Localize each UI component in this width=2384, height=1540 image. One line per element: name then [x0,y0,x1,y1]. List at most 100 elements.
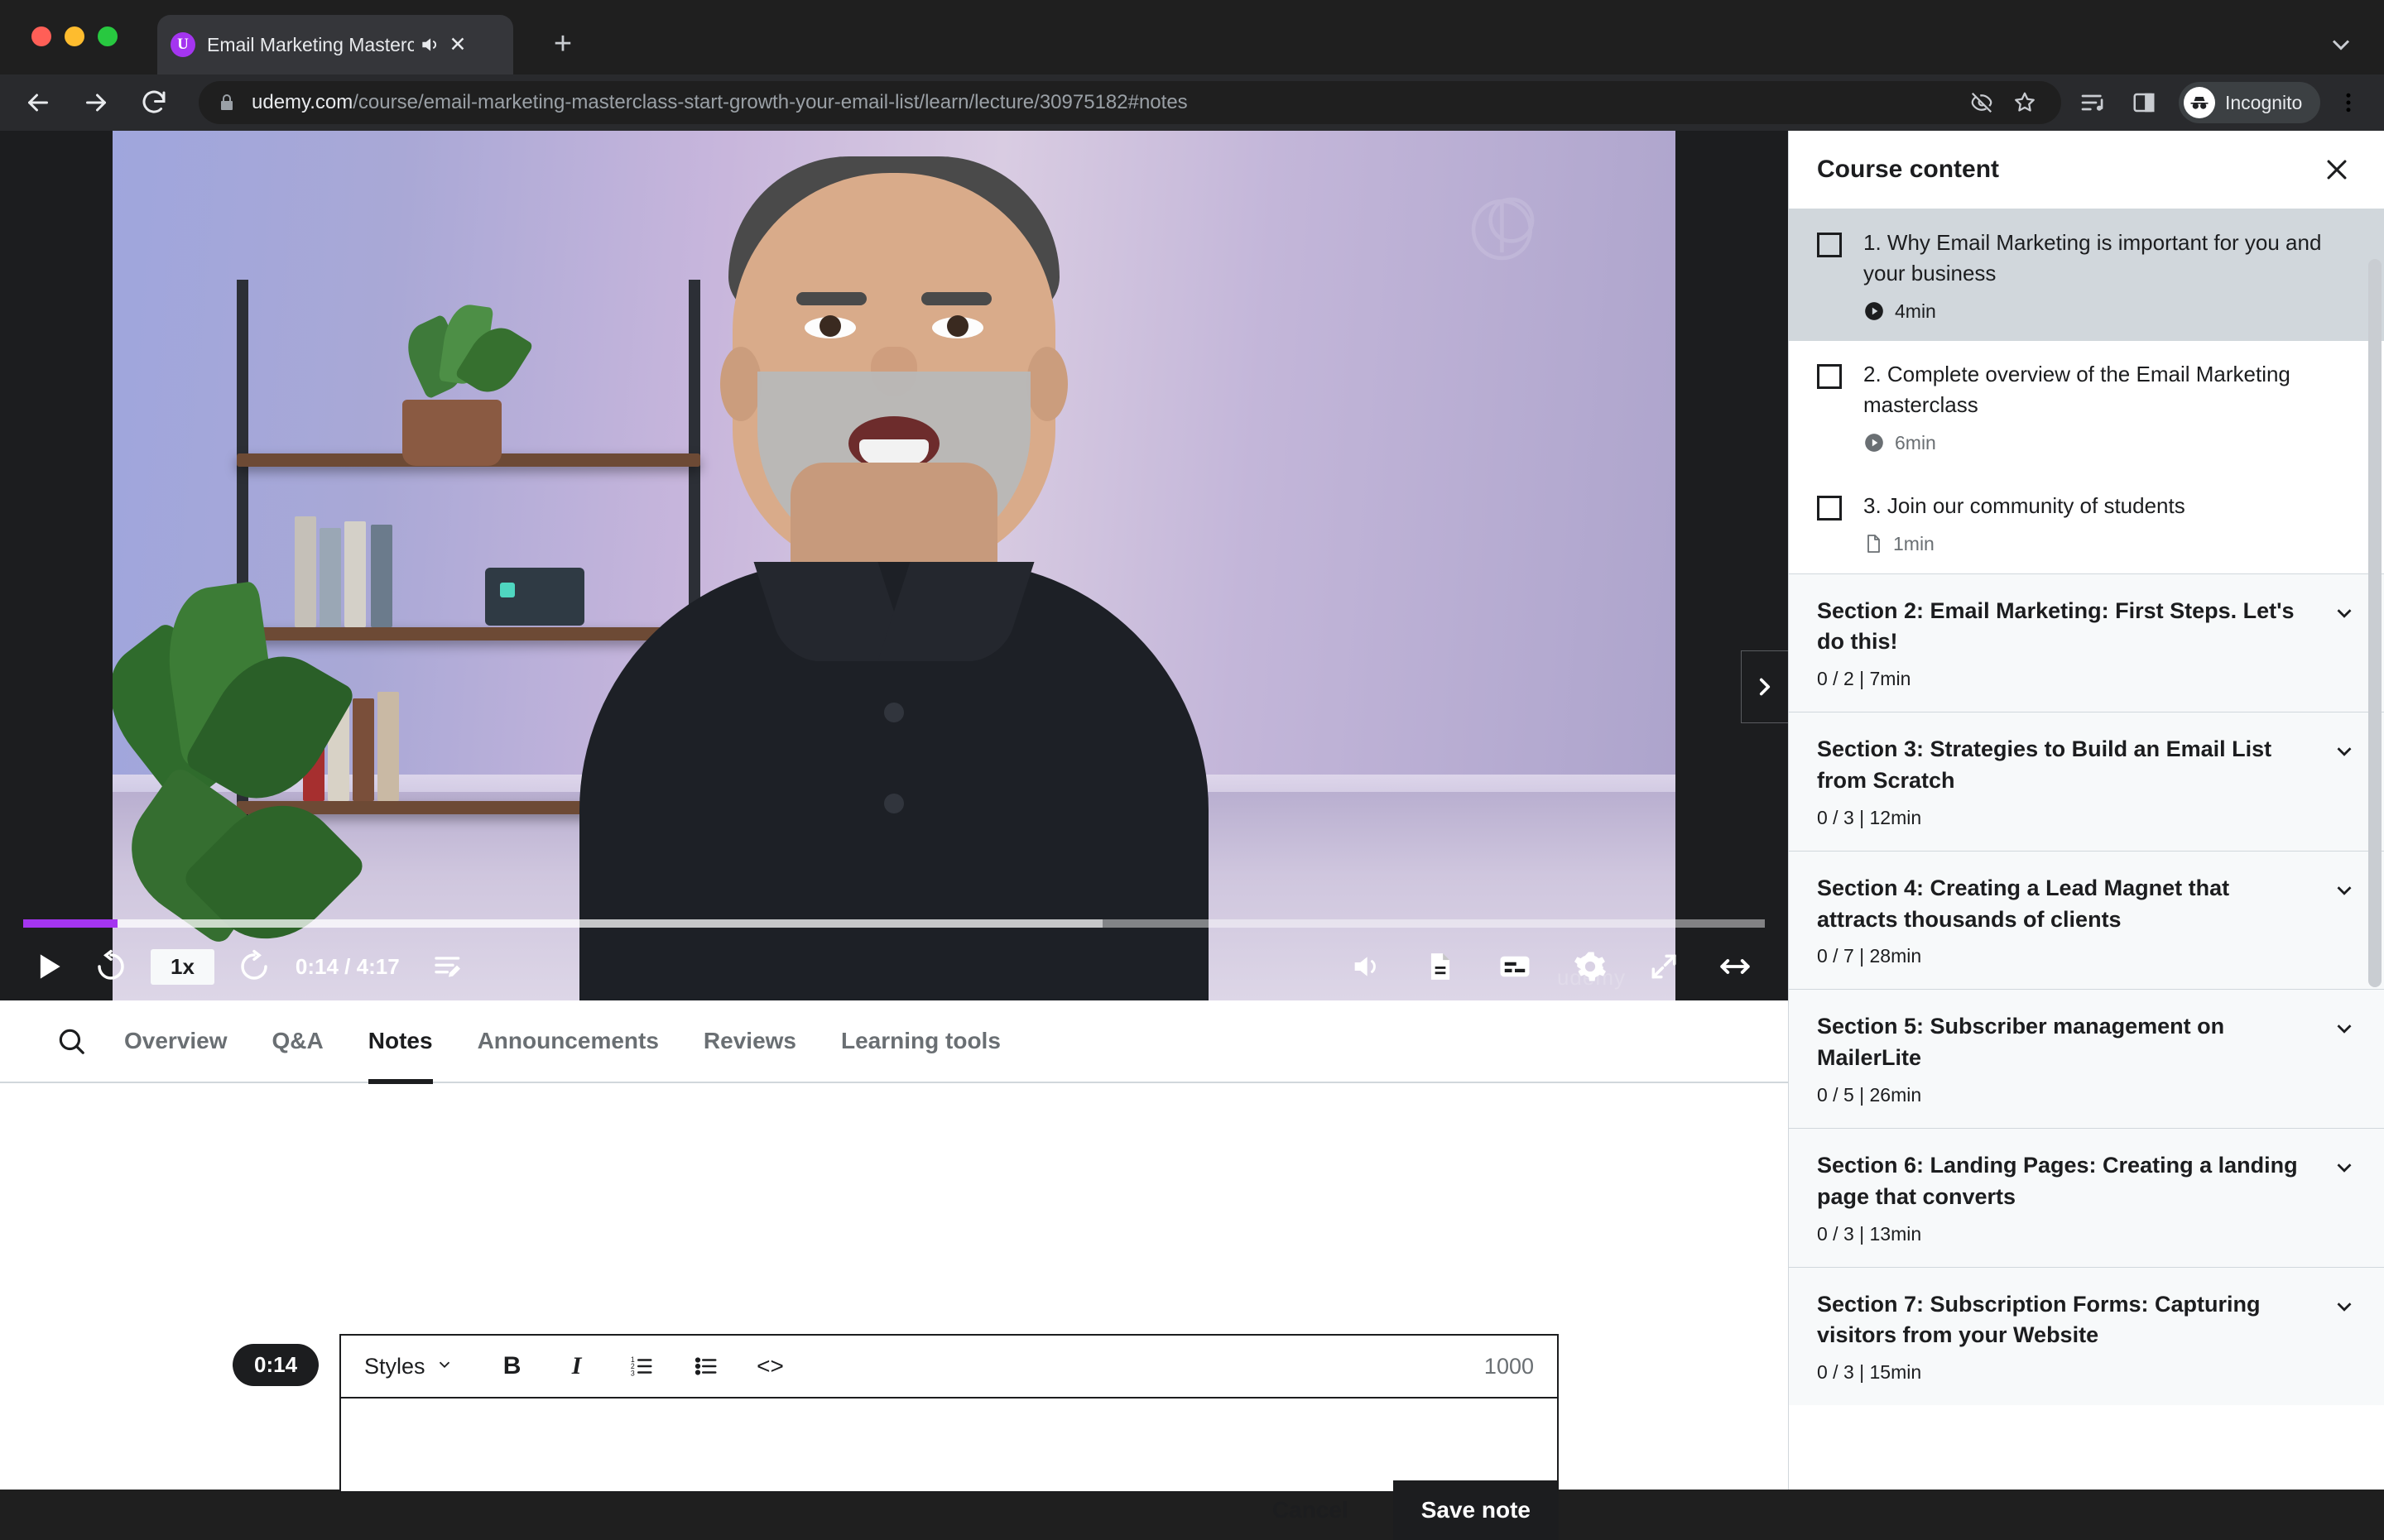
fullscreen-icon[interactable] [1714,945,1757,988]
url-text: udemy.com/course/email-marketing-masterc… [252,91,1188,113]
back-arrow-icon[interactable] [18,83,58,122]
list-item[interactable]: 2. Complete overview of the Email Market… [1789,340,2384,473]
section-meta: 0 / 3 | 15min [1817,1361,1922,1384]
star-icon[interactable] [2007,84,2043,121]
forward-arrow-icon[interactable] [76,83,116,122]
gear-icon[interactable] [1569,946,1611,987]
chevron-down-icon[interactable] [2332,1294,2357,1319]
section-header[interactable]: Section 7: Subscription Forms: Capturing… [1789,1266,2384,1406]
chevron-down-icon[interactable] [2332,1155,2357,1180]
section-title: Section 4: Creating a Lead Magnet that a… [1817,875,2230,932]
sidebar-scrollbar-thumb[interactable] [2368,259,2382,987]
lecture-checkbox[interactable] [1817,495,1842,521]
playback-speed-button[interactable]: 1x [151,948,214,985]
bold-label: B [502,1352,522,1379]
add-note-icon[interactable] [428,946,469,987]
close-tab-button[interactable]: ✕ [445,34,470,55]
section-title: Section 2: Email Marketing: First Steps.… [1817,597,2295,655]
lecture-duration: 4min [1895,300,1936,322]
section-header[interactable]: Section 4: Creating a Lead Magnet that a… [1789,850,2384,990]
tab-reviews[interactable]: Reviews [704,1000,796,1082]
udemy-favicon-icon: U [171,32,195,57]
lock-icon[interactable] [217,93,237,113]
toggle-course-content-button[interactable] [1741,650,1788,723]
close-window-button[interactable] [31,26,51,46]
styles-label: Styles [364,1353,425,1379]
tab-notes[interactable]: Notes [368,1000,433,1084]
article-icon [1863,534,1883,554]
video-controls: 1x 0:14 / 4:17 [0,933,1788,1000]
video-player[interactable]: udemy 1x 0:14 / 4:17 [0,131,1788,1000]
three-dots-icon[interactable] [2329,83,2368,122]
rewind-5s-icon[interactable] [89,945,132,988]
section-header[interactable]: Section 2: Email Marketing: First Steps.… [1789,573,2384,712]
svg-text:3: 3 [630,1369,634,1377]
minimize-window-button[interactable] [65,26,84,46]
sidebar-scroll-area[interactable]: 1. Why Email Marketing is important for … [1789,209,2384,1490]
tab-learning-tools[interactable]: Learning tools [841,1000,1001,1082]
course-logo-watermark-icon [1460,180,1551,271]
list-item[interactable]: 3. Join our community of students 1min [1789,472,2384,573]
section-title: Section 3: Strategies to Build an Email … [1817,736,2272,793]
section-header[interactable]: Section 6: Landing Pages: Creating a lan… [1789,1127,2384,1267]
lecture-checkbox[interactable] [1817,233,1842,257]
video-frame[interactable]: udemy [113,131,1675,1000]
sidebar-title: Course content [1817,156,2000,183]
section-meta: 0 / 2 | 7min [1817,668,1911,690]
unordered-list-button[interactable] [684,1344,728,1389]
forward-5s-icon[interactable] [233,945,276,988]
address-bar[interactable]: udemy.com/course/email-marketing-masterc… [199,81,2061,124]
play-circle-icon [1863,432,1885,453]
ordered-list-button[interactable]: 123 [619,1344,664,1389]
tab-qa[interactable]: Q&A [272,1000,324,1082]
code-label: <> [757,1353,784,1379]
speaker-icon[interactable] [419,34,440,55]
profile-chip[interactable]: Incognito [2179,82,2321,123]
side-panel-icon[interactable] [2124,83,2164,122]
italic-label: I [571,1352,582,1379]
captions-icon[interactable] [1493,945,1536,988]
course-content-sidebar: Course content 1. Why Email Marketing is… [1788,131,2384,1490]
note-text-input[interactable] [339,1397,1559,1493]
sidebar-scrollbar[interactable] [2366,209,2384,1490]
list-item[interactable]: 1. Why Email Marketing is important for … [1789,209,2384,341]
play-icon[interactable] [25,943,71,990]
section-header[interactable]: Section 3: Strategies to Build an Email … [1789,712,2384,851]
search-icon[interactable] [50,1019,93,1063]
lecture-title: 1. Why Email Marketing is important for … [1863,230,2322,285]
tab-overview[interactable]: Overview [124,1000,228,1082]
lecture-checkbox[interactable] [1817,363,1842,389]
transcript-icon[interactable] [1420,947,1460,986]
chevron-down-icon[interactable] [2332,1016,2357,1041]
lecture-content-area: Overview Q&A Notes Announcements Reviews… [0,1000,1788,1540]
video-floor-plant [113,537,368,1000]
cancel-button[interactable]: Cancel [1256,1484,1365,1537]
chevron-down-icon[interactable] [2326,30,2359,63]
styles-dropdown[interactable]: Styles [364,1354,454,1379]
profile-label: Incognito [2225,91,2303,113]
video-progress-bar[interactable] [23,919,1765,928]
chevron-down-icon [435,1354,454,1379]
video-played-bar [23,919,118,928]
reload-icon[interactable] [134,83,174,122]
note-timestamp-badge[interactable]: 0:14 [233,1344,320,1386]
volume-icon[interactable] [1344,945,1387,988]
browser-tab[interactable]: U Email Marketing Mastercla ✕ [157,15,513,74]
video-time-label: 0:14 / 4:17 [295,953,400,979]
new-tab-button[interactable]: + [546,28,579,63]
chevron-down-icon[interactable] [2332,601,2357,626]
eye-off-icon[interactable] [1963,84,2000,121]
bold-button[interactable]: B [490,1344,535,1389]
code-block-button[interactable]: <> [748,1344,793,1389]
expand-icon[interactable] [1644,947,1684,986]
close-icon[interactable] [2318,151,2356,189]
chevron-down-icon[interactable] [2332,739,2357,764]
section-meta: 0 / 3 | 12min [1817,806,1922,828]
maximize-window-button[interactable] [98,26,118,46]
reading-list-icon[interactable] [2073,83,2112,122]
page-body: udemy 1x 0:14 / 4:17 [0,131,2384,1540]
section-header[interactable]: Section 5: Subscriber management on Mail… [1789,989,2384,1128]
italic-button[interactable]: I [555,1344,599,1389]
tab-announcements[interactable]: Announcements [478,1000,659,1082]
chevron-down-icon[interactable] [2332,878,2357,903]
